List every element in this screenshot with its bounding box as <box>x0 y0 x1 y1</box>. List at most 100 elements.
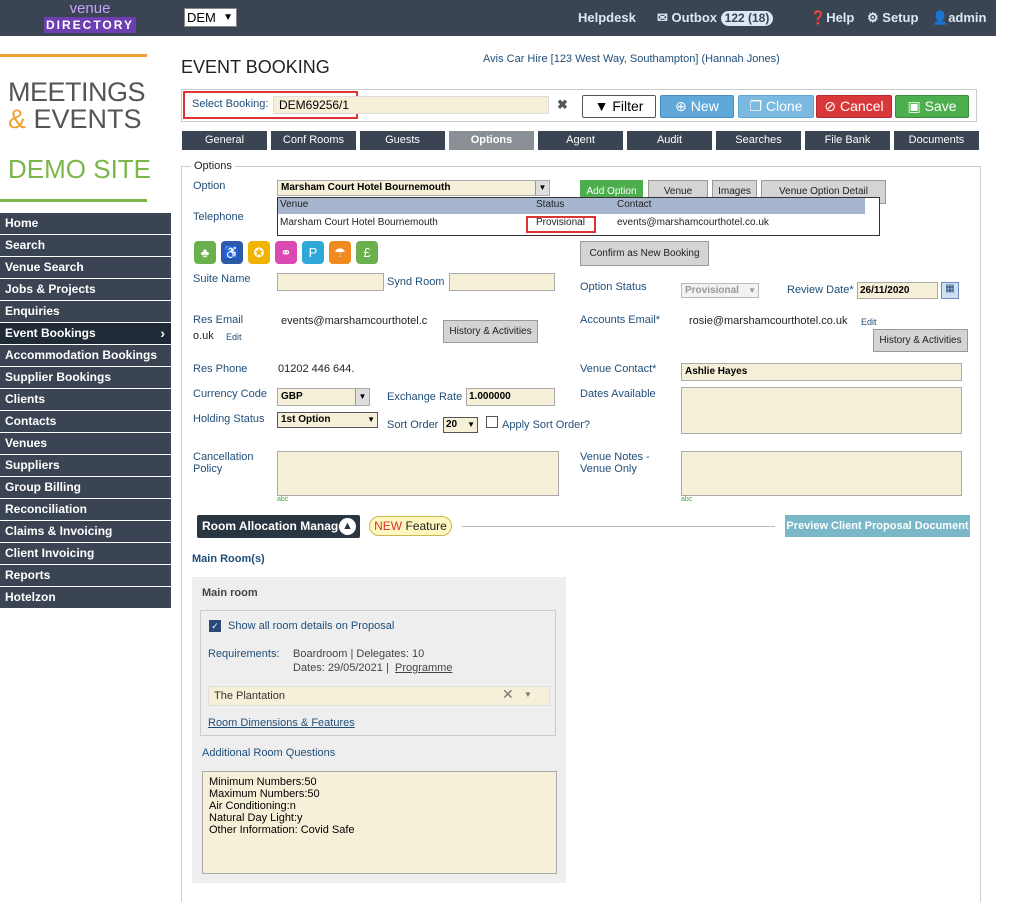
sidebar-item-label: Reports <box>5 568 51 582</box>
additional-questions-textarea[interactable]: Minimum Numbers:50 Maximum Numbers:50 Ai… <box>202 771 557 874</box>
status-highlight <box>526 216 596 233</box>
filter-button[interactable]: ▼ Filter <box>582 95 656 118</box>
currency-value: GBP <box>281 391 303 402</box>
res-email-value-cont: o.uk <box>193 330 214 342</box>
sidebar-item-label: Suppliers <box>5 458 60 472</box>
show-all-checkbox[interactable]: ✓ <box>209 620 221 632</box>
sidebar-item[interactable]: Reconciliation <box>0 499 171 520</box>
admin-link[interactable]: 👤admin <box>932 10 986 26</box>
venue-notes-textarea[interactable] <box>681 451 962 496</box>
parking-icon: P <box>302 241 324 264</box>
venue-directory-logo[interactable]: venue DIRECTORY <box>44 0 136 34</box>
res-email-edit-link[interactable]: Edit <box>226 332 242 342</box>
chevron-down-icon: ▼ <box>748 286 756 295</box>
holding-status-select[interactable]: 1st Option ▼ <box>277 412 378 428</box>
help-link[interactable]: ❓Help <box>810 10 854 26</box>
venue-contact-input[interactable]: Ashlie Hayes <box>681 363 962 381</box>
account-select[interactable]: DEM ▼ <box>184 8 237 27</box>
sidebar-item[interactable]: Jobs & Projects <box>0 279 171 300</box>
help-label: Help <box>826 10 855 25</box>
sidebar-item[interactable]: Accommodation Bookings <box>0 345 171 366</box>
cancel-label: Cancel <box>840 98 884 114</box>
sidebar-item[interactable]: Claims & Invoicing <box>0 521 171 542</box>
option-status-select[interactable]: Provisional ▼ <box>681 283 759 298</box>
programme-link[interactable]: Programme <box>395 662 452 674</box>
sidebar-item[interactable]: Clients <box>0 389 171 410</box>
save-button[interactable]: ▣ Save <box>895 95 969 118</box>
tab[interactable]: Guests <box>360 131 445 150</box>
calendar-icon[interactable]: ▦ <box>941 282 959 299</box>
sidebar-item[interactable]: Home <box>0 213 171 234</box>
dropdown-header-contact: Contact <box>617 199 652 210</box>
sidebar-item[interactable]: Suppliers <box>0 455 171 476</box>
clear-icon[interactable]: ✖ <box>557 97 568 113</box>
sidebar-item[interactable]: Venue Search <box>0 257 171 278</box>
outbox-link[interactable]: ✉ Outbox 122 (18) <box>657 10 774 26</box>
room-dimensions-link[interactable]: Room Dimensions & Features <box>208 717 355 729</box>
history-activities-button[interactable]: History & Activities <box>443 320 538 343</box>
new-button[interactable]: ⊕ New <box>660 95 734 118</box>
confirm-new-booking-button[interactable]: Confirm as New Booking <box>580 241 709 266</box>
sidebar-item-label: Claims & Invoicing <box>5 524 113 538</box>
requirements-line1: Boardroom | Delegates: 10 <box>293 648 425 660</box>
spellcheck-icon[interactable]: abc <box>681 496 692 503</box>
option-status-label: Option Status <box>580 281 647 293</box>
setup-link[interactable]: ⚙ Setup <box>867 10 918 26</box>
review-date-input[interactable]: 26/11/2020 <box>857 282 938 299</box>
sidebar-item[interactable]: Search <box>0 235 171 256</box>
cancel-button[interactable]: ⊘ Cancel <box>816 95 892 118</box>
dates-available-textarea[interactable] <box>681 387 962 434</box>
question-icon: ❓ <box>810 10 827 25</box>
sort-order-select[interactable]: 20 ▼ <box>443 417 478 433</box>
sidebar-item[interactable]: Group Billing <box>0 477 171 498</box>
clone-label: Clone <box>765 98 803 114</box>
spellcheck-icon[interactable]: abc <box>277 496 288 503</box>
exchange-rate-input[interactable]: 1.000000 <box>466 388 555 406</box>
sidebar-item[interactable]: Venues <box>0 433 171 454</box>
sidebar-item-label: Event Bookings <box>5 326 96 340</box>
apply-sort-checkbox[interactable] <box>486 416 498 428</box>
garden-icon: ♣ <box>194 241 216 264</box>
accounts-email-value: rosie@marshamcourthotel.co.uk <box>689 315 848 327</box>
room-allocation-manager-button[interactable]: Room Allocation Manager ▲ <box>197 515 360 538</box>
select-booking-input[interactable]: DEM69256/1 <box>273 96 549 114</box>
tab[interactable]: Conf Rooms <box>271 131 356 150</box>
chevron-down-icon: ▼ <box>467 420 475 429</box>
sidebar-item[interactable]: Supplier Bookings <box>0 367 171 388</box>
sidebar-item[interactable]: Event Bookings › <box>0 323 171 344</box>
tab[interactable]: Audit <box>627 131 712 150</box>
accounts-email-label: Accounts Email* <box>580 314 661 326</box>
sidebar-item[interactable]: Reports <box>0 565 171 586</box>
options-legend: Options <box>191 160 235 172</box>
tab[interactable]: Agent <box>538 131 623 150</box>
history-activities-button-2[interactable]: History & Activities <box>873 329 968 352</box>
sidebar-item[interactable]: Contacts <box>0 411 171 432</box>
clear-icon[interactable]: ✕ <box>502 686 514 703</box>
chevron-up-icon: ▲ <box>339 518 356 535</box>
sidebar-item[interactable]: Client Invoicing <box>0 543 171 564</box>
sidebar-item[interactable]: Enquiries <box>0 301 171 322</box>
synd-room-input[interactable] <box>449 273 555 291</box>
currency-select[interactable]: GBP ▼ <box>277 388 370 406</box>
tab[interactable]: Documents <box>894 131 979 150</box>
chevron-down-icon[interactable]: ▼ <box>524 690 532 699</box>
option-select[interactable]: Marsham Court Hotel Bournemouth ▼ <box>277 180 550 196</box>
accounts-email-edit-link[interactable]: Edit <box>861 317 877 327</box>
venue-contact-label: Venue Contact* <box>580 363 657 375</box>
tab[interactable]: General <box>182 131 267 150</box>
apply-sort-label: Apply Sort Order? <box>502 419 591 431</box>
client-link[interactable]: Avis Car Hire [123 West Way, Southampton… <box>483 53 780 65</box>
feature-word: Feature <box>405 519 447 533</box>
tab[interactable]: File Bank <box>805 131 890 150</box>
tab[interactable]: Options <box>449 131 534 150</box>
suite-name-input[interactable] <box>277 273 384 291</box>
sort-order-value: 20 <box>446 419 458 430</box>
preview-proposal-button[interactable]: Preview Client Proposal Document <box>785 515 970 537</box>
sidebar-item[interactable]: Hotelzon <box>0 587 171 608</box>
cancellation-policy-textarea[interactable] <box>277 451 559 496</box>
ban-icon: ⊘ <box>824 98 837 114</box>
plus-icon: ⊕ <box>675 98 687 114</box>
helpdesk-link[interactable]: Helpdesk <box>578 10 636 25</box>
clone-button[interactable]: ❐ Clone <box>738 95 814 118</box>
tab[interactable]: Searches <box>716 131 801 150</box>
